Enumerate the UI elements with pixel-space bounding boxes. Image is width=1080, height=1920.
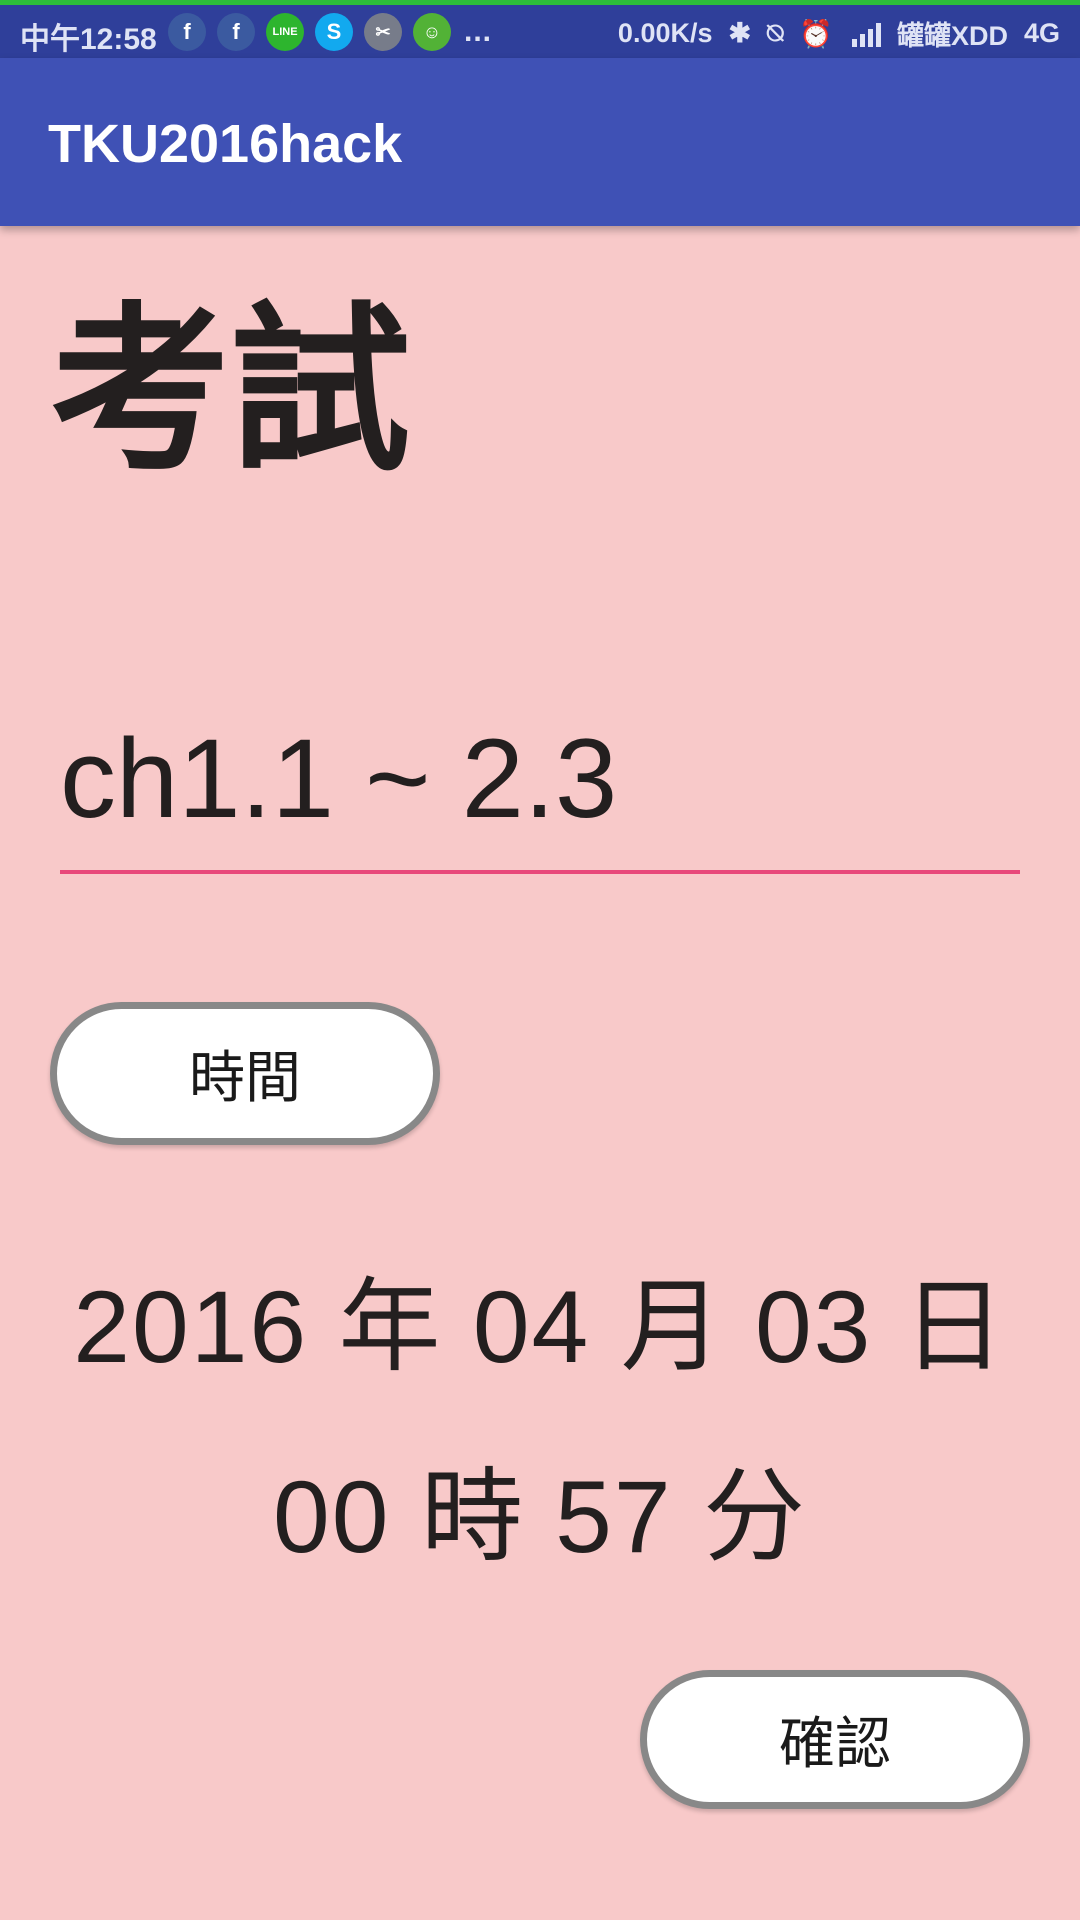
more-notifications-icon: ... <box>464 15 493 48</box>
line-icon: LINE <box>266 13 304 51</box>
app-icon: ✂ <box>364 13 402 51</box>
status-right: 0.00K/s ✱ ⍉ ⏰ 罐罐XDD 4G <box>602 14 1060 53</box>
vibrate-icon: ⍉ <box>767 17 784 48</box>
status-bar: 中午12:58 f f LINE S ✂ ☺ ... 0.00K/s ✱ ⍉ ⏰… <box>0 0 1080 58</box>
status-time: 中午12:58 <box>20 23 157 56</box>
frog-icon: ☺ <box>413 13 451 51</box>
signal-icon <box>849 21 881 47</box>
app-bar: TKU2016hack <box>0 58 1080 226</box>
time-button[interactable]: 時間 <box>50 1002 440 1145</box>
app-title: TKU2016hack <box>48 114 403 174</box>
facebook-icon: f <box>217 13 255 51</box>
time-display: 00 時 57 分 <box>273 1460 807 1574</box>
bluetooth-icon: ✱ <box>728 18 752 48</box>
notification-icons: f f LINE S ✂ ☺ ... <box>168 13 492 51</box>
date-display: 2016 年 04 月 03 日 <box>73 1270 1007 1384</box>
alarm-icon: ⏰ <box>799 18 833 49</box>
net-speed: 0.00K/s <box>617 18 713 48</box>
exam-range-value[interactable]: ch1.1 ~ 2.3 <box>60 712 617 846</box>
carrier-name: 罐罐XDD <box>896 21 1008 51</box>
page-heading: 考試 <box>50 287 411 496</box>
facebook-icon: f <box>168 13 206 51</box>
network-type: 4G <box>1023 18 1060 48</box>
confirm-button[interactable]: 確認 <box>640 1670 1030 1809</box>
exam-range-input[interactable]: ch1.1 ~ 2.3 <box>60 712 1020 874</box>
skype-icon: S <box>315 13 353 51</box>
